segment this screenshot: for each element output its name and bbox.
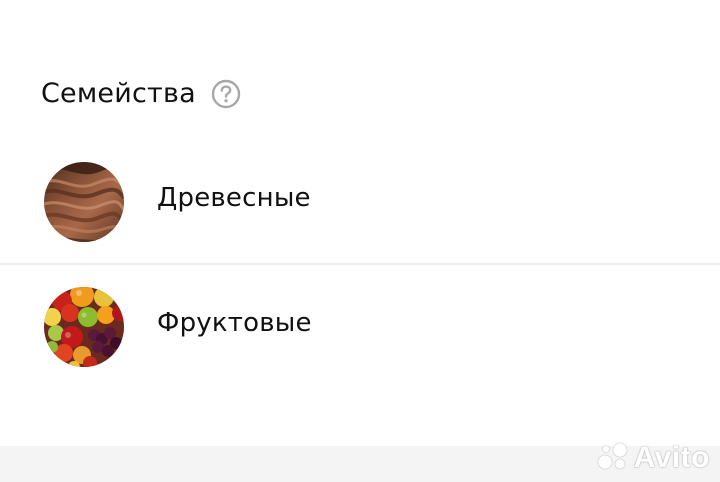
family-item-fruit[interactable]: Фруктовые: [0, 265, 720, 389]
avito-logo-icon: [596, 441, 630, 475]
question-circle-icon[interactable]: [211, 79, 241, 109]
wood-texture-image: [44, 162, 124, 242]
family-item-wood[interactable]: Древесные: [0, 140, 720, 264]
watermark-text: Avito: [633, 441, 710, 474]
section-title: Семейства: [41, 78, 196, 109]
family-item-label: Фруктовые: [157, 308, 312, 338]
family-item-label: Древесные: [157, 183, 311, 213]
fruit-assortment-image: [44, 287, 124, 367]
families-card: Семейства Древесные Фруктовые: [0, 0, 720, 446]
section-header: Семейства: [41, 74, 241, 114]
avito-watermark: Avito: [596, 440, 710, 476]
